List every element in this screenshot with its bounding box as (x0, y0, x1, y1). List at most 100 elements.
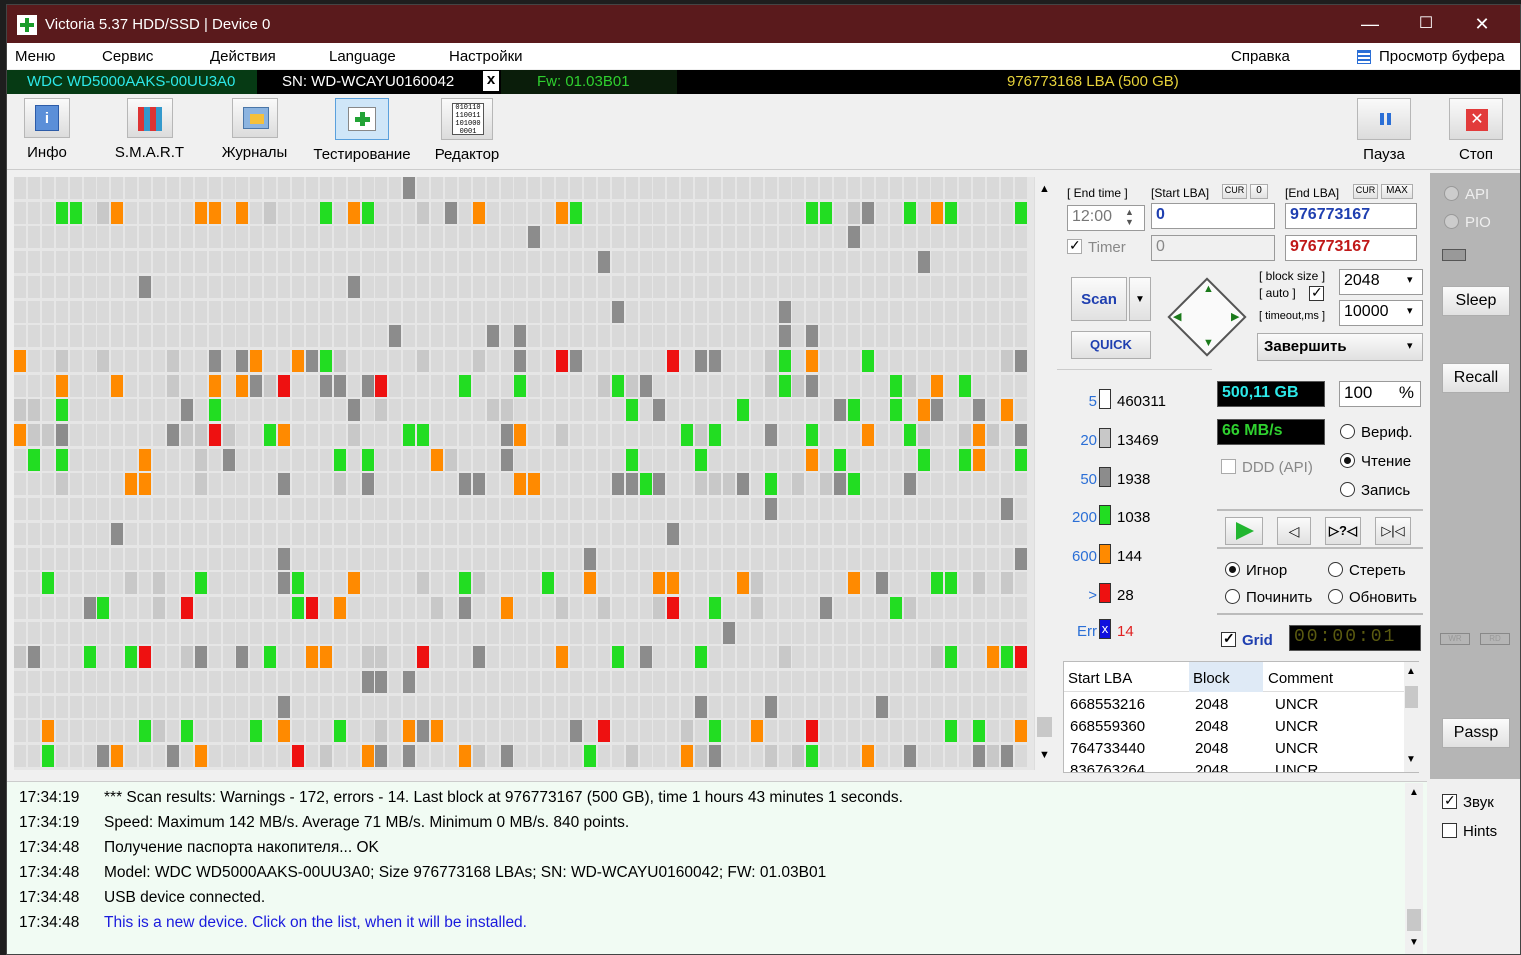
map-block (875, 473, 888, 496)
smart-button[interactable]: S.M.A.R.T (112, 98, 187, 161)
menu-item-service[interactable]: Сервис (102, 48, 153, 65)
start-zero-button[interactable]: 0 (1250, 184, 1268, 199)
pad-right-icon[interactable]: ▶ (1231, 310, 1239, 323)
erase-radio[interactable] (1328, 562, 1343, 577)
map-block (903, 325, 916, 348)
scroll-up-icon[interactable]: ▲ (1039, 183, 1050, 195)
timer-checkbox[interactable] (1067, 237, 1082, 254)
sleep-button[interactable]: Sleep (1442, 286, 1510, 316)
column-block[interactable]: Block (1193, 670, 1230, 687)
map-block (736, 473, 749, 496)
map-block (194, 695, 207, 718)
column-start-lba[interactable]: Start LBA (1068, 670, 1132, 687)
map-block (959, 522, 972, 545)
device-model[interactable]: WDC WD5000AAKS-00UU3A0 (27, 73, 235, 90)
repair-radio[interactable] (1225, 589, 1240, 604)
pad-up-icon[interactable]: ▲ (1203, 283, 1214, 295)
end-max-button[interactable]: MAX (1381, 184, 1413, 199)
ignore-radio[interactable] (1225, 562, 1240, 577)
time-spin-icon[interactable]: ▲ ▼ (1125, 207, 1134, 227)
maximize-button[interactable]: ☐ (1398, 5, 1454, 43)
end-button[interactable]: ▷|◁ (1375, 517, 1411, 545)
map-block (486, 671, 499, 693)
scan-button[interactable]: Scan (1071, 277, 1127, 321)
map-block (55, 646, 68, 669)
error-table[interactable]: Start LBA Block Comment 668553216 2048 UNC… (1063, 661, 1419, 773)
table-row[interactable]: 668559360 2048 UNCR (1070, 718, 1318, 735)
end-lba-input-2[interactable]: 976773167 (1285, 235, 1417, 261)
table-row[interactable]: 764733440 2048 UNCR (1070, 740, 1318, 757)
map-block (111, 522, 124, 545)
map-block (180, 522, 193, 545)
map-block (903, 300, 916, 323)
timer-input[interactable]: 0 (1151, 235, 1275, 261)
api-radio[interactable] (1444, 186, 1459, 201)
rewind-button[interactable]: ◁ (1277, 517, 1311, 545)
auto-checkbox[interactable] (1309, 284, 1324, 301)
map-block (917, 177, 930, 199)
map-block (722, 498, 735, 521)
finish-action-select[interactable]: Завершить (1257, 333, 1423, 361)
table-scrollbar[interactable]: ▲ ▼ (1404, 662, 1419, 772)
column-comment[interactable]: Comment (1268, 670, 1333, 687)
stop-button[interactable]: ✕ Стоп (1445, 98, 1507, 163)
logs-button[interactable]: Журналы (217, 98, 292, 161)
close-button[interactable]: ✕ (1454, 5, 1510, 43)
menu-item-buffer[interactable]: Просмотр буфера (1379, 48, 1505, 65)
menu-item-language[interactable]: Language (329, 48, 396, 65)
scroll-thumb[interactable] (1037, 717, 1052, 737)
pio-radio[interactable] (1444, 214, 1459, 229)
map-block (278, 745, 291, 768)
map-block (681, 251, 694, 274)
sound-checkbox[interactable] (1442, 792, 1457, 809)
map-block (472, 226, 485, 249)
write-radio[interactable] (1340, 482, 1355, 497)
scroll-down-icon[interactable]: ▼ (1039, 749, 1050, 761)
start-lba-input[interactable]: 0 (1151, 203, 1275, 229)
map-block (889, 251, 902, 274)
pad-down-icon[interactable]: ▼ (1203, 337, 1214, 349)
quick-button[interactable]: QUICK (1071, 331, 1151, 359)
map-block (917, 498, 930, 521)
read-radio[interactable] (1340, 453, 1355, 468)
map-block (500, 547, 513, 570)
refresh-radio[interactable] (1328, 589, 1343, 604)
minimize-button[interactable]: — (1342, 5, 1398, 43)
end-lba-input[interactable]: 976773167 (1285, 203, 1417, 229)
editor-button[interactable]: 010110 110011 101000 0001 Редактор (432, 98, 502, 163)
map-block (431, 275, 443, 298)
hints-checkbox[interactable] (1442, 823, 1457, 838)
end-cur-button[interactable]: CUR (1353, 184, 1378, 199)
log-panel[interactable]: 17:34:19 *** Scan results: Warnings - 172… (7, 781, 1427, 954)
info-button[interactable]: i Инфо (17, 98, 77, 161)
pause-button[interactable]: Пауза (1355, 98, 1413, 163)
table-row[interactable]: 836763264 2048 UNCR (1070, 762, 1318, 772)
recall-button[interactable]: Recall (1442, 363, 1510, 393)
map-block (264, 621, 277, 644)
grid-checkbox[interactable] (1221, 630, 1236, 647)
scan-dropdown-icon[interactable]: ▼ (1129, 277, 1151, 321)
map-block (1014, 745, 1027, 768)
map-scrollbar[interactable]: ▲ ▼ (1034, 177, 1054, 770)
ddd-checkbox[interactable] (1221, 459, 1236, 474)
map-block (736, 720, 749, 743)
direction-pad[interactable]: ▲ ▼ ◀ ▶ (1167, 277, 1247, 357)
testing-button[interactable]: Тестирование (307, 98, 417, 163)
passp-button[interactable]: Passp (1442, 718, 1510, 748)
menu-item-menu[interactable]: Меню (15, 48, 56, 65)
menu-item-help[interactable]: Справка (1231, 48, 1290, 65)
play-button[interactable] (1225, 517, 1263, 545)
menu-item-settings[interactable]: Настройки (449, 48, 523, 65)
seek-button[interactable]: ▷?◁ (1325, 517, 1361, 545)
pad-left-icon[interactable]: ◀ (1173, 310, 1181, 323)
table-row[interactable]: 668553216 2048 UNCR (1070, 696, 1318, 713)
map-block (153, 596, 165, 619)
legend-threshold: 200 (1071, 509, 1097, 526)
map-block (917, 201, 930, 224)
menu-item-actions[interactable]: Действия (210, 48, 276, 65)
device-close-button[interactable]: x (483, 71, 499, 91)
start-cur-button[interactable]: CUR (1222, 184, 1247, 199)
verify-radio[interactable] (1340, 424, 1355, 439)
map-block (319, 349, 332, 372)
log-scrollbar[interactable]: ▲ ▼ (1405, 783, 1423, 954)
